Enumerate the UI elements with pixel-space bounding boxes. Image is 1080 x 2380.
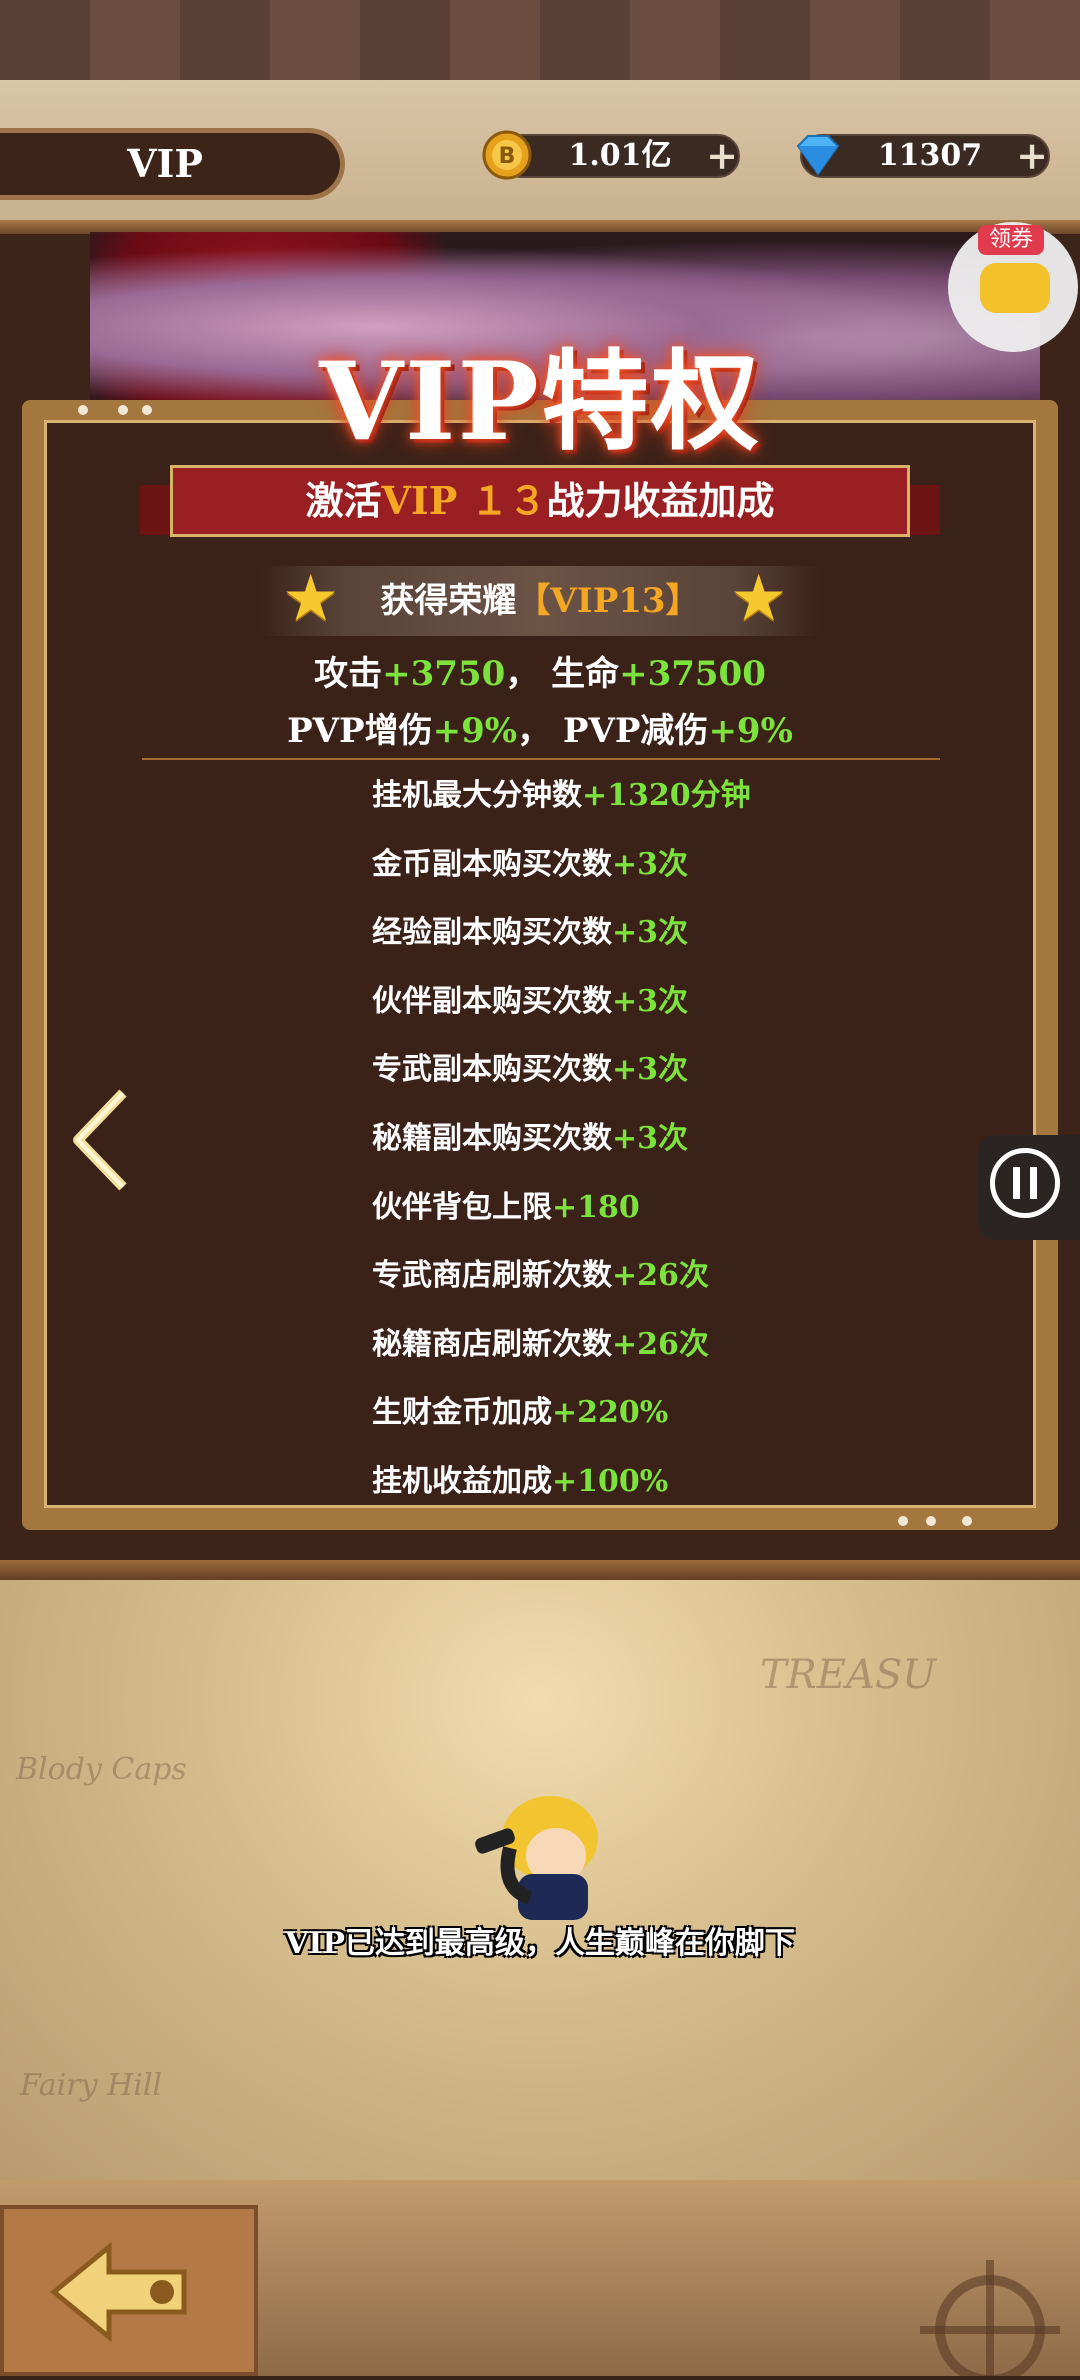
bonus-item: 生财金币加成+220%: [372, 1395, 669, 1430]
bonus-item: 伙伴副本购买次数+3次: [372, 984, 689, 1019]
gold-value: 1.01亿: [568, 138, 672, 173]
bonus-item: 经验副本购买次数+3次: [372, 915, 689, 950]
anchor-icon: [34, 2222, 204, 2362]
pause-icon: [990, 1148, 1060, 1218]
stats-pvp: PVP增伤+9%， PVP减伤+9%: [287, 711, 793, 751]
frame-rivet: [898, 1516, 908, 1526]
gamepad-icon: [980, 263, 1050, 313]
gold-coin-icon: B: [482, 130, 532, 180]
gem-value: 11307: [877, 138, 983, 173]
top-decor-strip: [0, 0, 1080, 80]
character-avatar: [470, 1778, 620, 1928]
bonus-item: 挂机最大分钟数+1320分钟: [372, 778, 751, 813]
honor-text: 获得荣耀【VIP13】: [380, 581, 700, 621]
vip-tab-label: VIP: [127, 141, 203, 186]
bonus-item: 秘籍副本购买次数+3次: [372, 1121, 689, 1156]
bonus-item: 专武副本购买次数+3次: [372, 1052, 689, 1087]
stats-attack-hp: 攻击+3750， 生命+37500: [314, 654, 766, 694]
bonus-item: 伙伴背包上限+180: [372, 1190, 640, 1225]
map-decoration: Blody Caps: [16, 1752, 187, 1787]
chevron-left-icon[interactable]: [68, 1085, 138, 1195]
map-decoration: Fairy Hill: [20, 2068, 163, 2103]
divider: [142, 758, 940, 760]
bonus-item: 专武商店刷新次数+26次: [372, 1258, 709, 1293]
bonus-item: 金币副本购买次数+3次: [372, 847, 689, 882]
svg-text:B: B: [499, 144, 516, 169]
bonus-item: 秘籍商店刷新次数+26次: [372, 1327, 709, 1362]
frame-rivet: [926, 1516, 936, 1526]
activate-ribbon-text: 激活VIP １３战力收益加成: [305, 478, 775, 523]
add-gold-button[interactable]: +: [702, 136, 742, 176]
max-level-message: VIP已达到最高级，人生巅峰在你脚下: [285, 1926, 795, 1961]
frame-rivet: [962, 1516, 972, 1526]
map-decoration: TREASU: [760, 1652, 936, 1698]
coupon-label: 领券: [978, 225, 1044, 255]
bonus-item: 挂机收益加成+100%: [372, 1464, 669, 1499]
section-separator: [0, 1560, 1080, 1582]
add-gem-button[interactable]: +: [1012, 136, 1052, 176]
page-title: VIP特权: [319, 339, 761, 465]
helm-wheel-decoration: [900, 2240, 1060, 2380]
diamond-icon: [790, 132, 846, 178]
